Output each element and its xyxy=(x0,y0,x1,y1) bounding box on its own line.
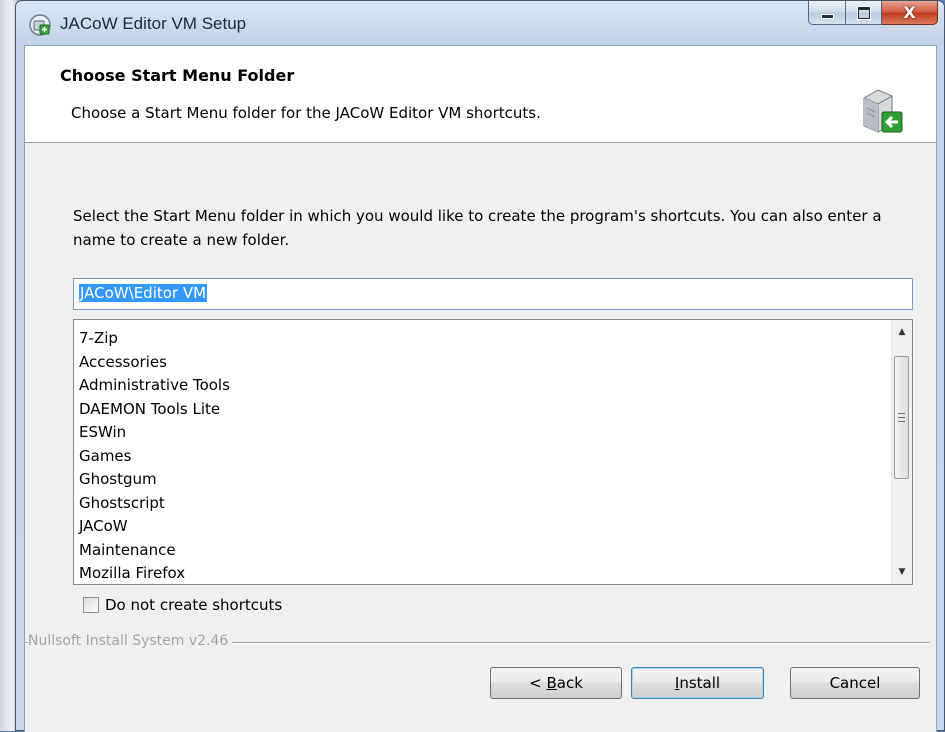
page-subtitle: Choose a Start Menu folder for the JACoW… xyxy=(71,104,541,122)
folder-list[interactable]: 7-Zip Accessories Administrative Tools DAEM… xyxy=(73,319,913,585)
install-button[interactable]: Install xyxy=(631,667,764,699)
title-bar[interactable]: JACoW Editor VM Setup X xyxy=(16,1,944,45)
window-title: JACoW Editor VM Setup xyxy=(60,14,247,33)
close-icon: X xyxy=(903,3,916,22)
no-shortcuts-option[interactable]: Do not create shortcuts xyxy=(83,596,282,614)
folder-list-item[interactable]: Ghostgum xyxy=(79,468,230,492)
maximize-button[interactable] xyxy=(846,1,882,25)
setup-window: JACoW Editor VM Setup X Choose Start Men… xyxy=(15,0,945,732)
folder-name-value: JACoW\Editor VM xyxy=(79,284,208,302)
folder-list-item[interactable]: 7-Zip xyxy=(79,327,230,351)
folder-list-items: 7-Zip Accessories Administrative Tools DAEM… xyxy=(79,327,230,584)
folder-list-item[interactable]: DAEMON Tools Lite xyxy=(79,398,230,422)
branding-separator: Nullsoft Install System v2.46 xyxy=(25,633,938,651)
back-button-label: ack xyxy=(556,674,583,692)
back-button-accelerator: B xyxy=(546,674,557,692)
scroll-up-arrow-icon[interactable]: ▲ xyxy=(892,322,912,342)
folder-list-item[interactable]: JACoW xyxy=(79,515,230,539)
branding-text: Nullsoft Install System v2.46 xyxy=(28,633,233,649)
back-button[interactable]: < Back xyxy=(490,667,622,699)
cancel-button[interactable]: Cancel xyxy=(790,667,920,699)
caption-buttons: X xyxy=(808,1,938,25)
page-title: Choose Start Menu Folder xyxy=(60,66,295,85)
folder-list-item[interactable]: Ghostscript xyxy=(79,492,230,516)
scroll-down-arrow-icon[interactable]: ▼ xyxy=(892,562,912,582)
grip-icon xyxy=(898,413,905,422)
minimize-button[interactable] xyxy=(808,1,846,25)
folder-list-item[interactable]: Administrative Tools xyxy=(79,374,230,398)
maximize-icon xyxy=(857,6,870,19)
instructions-text: Select the Start Menu folder in which yo… xyxy=(73,207,882,249)
cancel-button-label: Cancel xyxy=(829,674,881,692)
install-button-label: nstall xyxy=(679,674,721,692)
folder-list-scrollbar[interactable]: ▲ ▼ xyxy=(891,320,912,584)
close-button[interactable]: X xyxy=(882,1,938,25)
minimize-icon xyxy=(821,15,833,18)
folder-name-input[interactable]: JACoW\Editor VM xyxy=(73,278,913,310)
folder-list-item[interactable]: ESWin xyxy=(79,421,230,445)
back-button-prefix: < xyxy=(529,674,547,692)
folder-list-item[interactable]: Maintenance xyxy=(79,539,230,563)
page-header: Choose Start Menu Folder Choose a Start … xyxy=(25,46,936,143)
folder-list-item[interactable]: Games xyxy=(79,445,230,469)
installer-icon xyxy=(28,13,52,37)
dialog-client-area: Choose Start Menu Folder Choose a Start … xyxy=(24,45,937,732)
folder-list-item[interactable]: Accessories xyxy=(79,351,230,375)
start-menu-folder-icon xyxy=(858,86,906,136)
folder-list-item[interactable]: Mozilla Firefox xyxy=(79,562,230,584)
no-shortcuts-checkbox[interactable] xyxy=(83,597,99,613)
scroll-thumb[interactable] xyxy=(894,356,909,479)
no-shortcuts-label: Do not create shortcuts xyxy=(105,596,283,614)
